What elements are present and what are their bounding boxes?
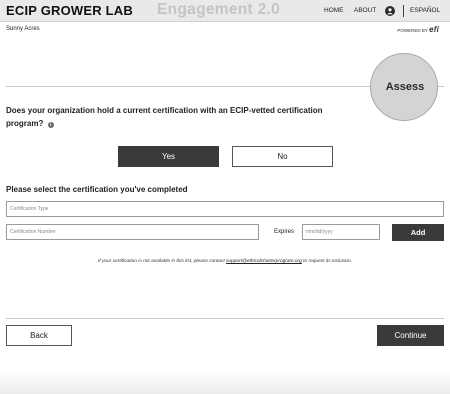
language-toggle-link[interactable]: ESPAÑOL bbox=[410, 7, 440, 14]
continue-button[interactable]: Continue bbox=[377, 325, 444, 346]
help-suffix: to request its inclusion. bbox=[301, 259, 352, 264]
nav-home-link[interactable]: HOME bbox=[324, 7, 344, 14]
organization-name: Sunny Acres bbox=[6, 26, 40, 32]
powered-by-label: POWERED BY efi bbox=[397, 25, 439, 34]
info-icon[interactable]: i bbox=[47, 122, 54, 128]
user-account-icon[interactable] bbox=[385, 6, 395, 16]
nav-about-link[interactable]: ABOUT bbox=[354, 7, 376, 14]
efi-logo: efi bbox=[429, 25, 439, 34]
help-prefix: If your certification is not available i… bbox=[98, 259, 227, 264]
footer-divider-line bbox=[6, 318, 444, 319]
step-badge: Assess bbox=[370, 53, 438, 121]
powered-by-text: POWERED BY bbox=[397, 28, 428, 33]
add-certification-button[interactable]: Add bbox=[392, 224, 444, 241]
page-heading: Engagement 2.0 bbox=[157, 1, 281, 18]
yes-button[interactable]: Yes bbox=[118, 146, 219, 167]
top-nav-bar: ECIP GROWER LAB Engagement 2.0 HOME ABOU… bbox=[0, 0, 450, 22]
certification-help-text: If your certification is not available i… bbox=[20, 259, 430, 264]
back-button[interactable]: Back bbox=[6, 325, 72, 346]
expiry-date-input[interactable] bbox=[302, 224, 380, 240]
certification-section-title: Please select the certification you've c… bbox=[6, 185, 188, 194]
support-email-link[interactable]: support@ethicalcharterprogram.org bbox=[226, 259, 302, 264]
brand-logo[interactable]: ECIP GROWER LAB bbox=[6, 3, 133, 18]
expires-label: Expires bbox=[274, 229, 295, 235]
footer-band bbox=[0, 370, 450, 394]
nav-divider bbox=[403, 5, 404, 17]
step-label: Assess bbox=[385, 81, 425, 93]
certification-question: Does your organization hold a current ce… bbox=[6, 104, 346, 130]
certification-number-input[interactable] bbox=[6, 224, 259, 240]
no-button[interactable]: No bbox=[232, 146, 333, 167]
certification-type-select[interactable] bbox=[6, 201, 444, 217]
